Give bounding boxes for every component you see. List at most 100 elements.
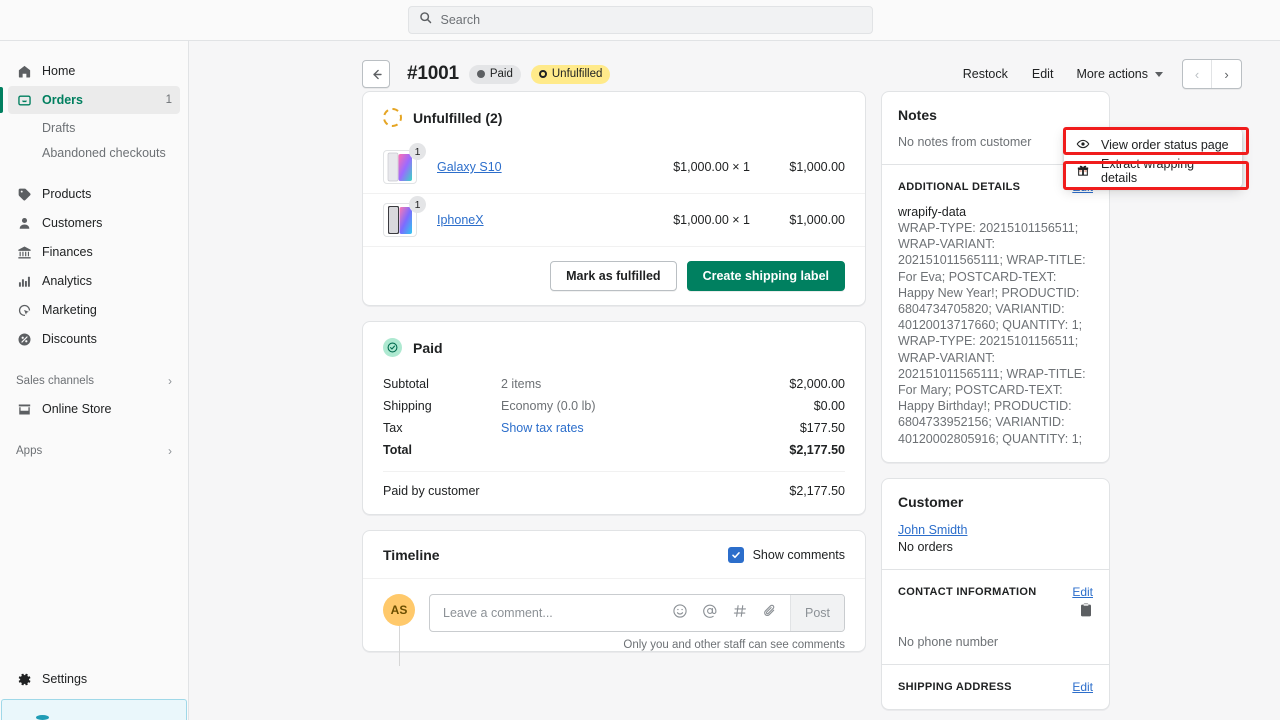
- line-item-total-price: $1,000.00: [750, 213, 845, 227]
- sidebar-subitem-label: Drafts: [42, 121, 75, 135]
- gear-icon: [16, 671, 33, 688]
- line-item-quantity-badge: 1: [409, 196, 426, 213]
- line-item-unit-price: $1,000.00 × 1: [595, 213, 750, 227]
- show-comments-toggle[interactable]: Show comments: [728, 547, 845, 563]
- sidebar-item-analytics[interactable]: Analytics: [8, 267, 180, 295]
- dropdown-item-view-order-status-page[interactable]: View order status page: [1064, 132, 1242, 158]
- shipping-address-title: SHIPPING ADDRESS: [898, 681, 1012, 693]
- sidebar-section-sales-channels[interactable]: Sales channels ›: [8, 368, 180, 394]
- hashtag-icon[interactable]: [732, 603, 748, 624]
- comment-composer-row: AS: [363, 578, 865, 632]
- orders-count-badge: 1: [166, 94, 172, 106]
- status-badge-fulfillment-label: Unfulfilled: [552, 68, 603, 80]
- create-shipping-label-button[interactable]: Create shipping label: [687, 261, 845, 291]
- marketing-icon: [16, 302, 33, 319]
- comment-visibility-note: Only you and other staff can see comment…: [363, 632, 865, 651]
- left-column: Unfulfilled (2): [362, 91, 866, 667]
- sidebar-item-finances[interactable]: Finances: [8, 238, 180, 266]
- customer-orders-count: No orders: [898, 540, 1093, 554]
- page-title: #1001: [407, 63, 459, 85]
- line-item-total-price: $1,000.00: [750, 160, 845, 174]
- products-icon: [16, 186, 33, 203]
- payment-row-subtotal: Subtotal 2 items $2,000.00: [383, 373, 845, 395]
- sidebar-item-drafts[interactable]: Drafts: [8, 115, 180, 140]
- wrapify-data-key: wrapify-data: [898, 205, 1093, 219]
- paid-status-icon: [383, 338, 402, 357]
- sidebar-settings-label: Settings: [42, 672, 87, 686]
- sidebar: Home Orders 1 Drafts Abandoned checkouts…: [0, 41, 189, 720]
- main-content: #1001 Paid Unfulfilled Restock Edit More…: [189, 41, 1280, 720]
- next-order-button[interactable]: ›: [1212, 60, 1241, 88]
- show-comments-checkbox[interactable]: [728, 547, 744, 563]
- paid-by-customer-amount: $2,177.50: [789, 484, 845, 498]
- clipboard-icon[interactable]: [1079, 603, 1093, 623]
- sidebar-section-apps[interactable]: Apps ›: [8, 438, 180, 464]
- dropdown-item-extract-wrapping-details[interactable]: Extract wrapping details: [1064, 158, 1242, 184]
- contact-information-header: CONTACT INFORMATION Edit: [898, 585, 1093, 599]
- mark-as-fulfilled-button[interactable]: Mark as fulfilled: [550, 261, 676, 291]
- show-tax-rates-link[interactable]: Show tax rates: [501, 421, 800, 435]
- sidebar-item-online-store[interactable]: Online Store: [8, 395, 180, 423]
- line-item: 1 IphoneX $1,000.00 × 1 $1,000.00: [363, 193, 865, 246]
- page-header: #1001 Paid Unfulfilled Restock Edit More…: [362, 41, 1242, 91]
- customer-section: Customer John Smidth No orders: [882, 479, 1109, 570]
- post-comment-button[interactable]: Post: [790, 594, 844, 632]
- fulfillment-card-header: Unfulfilled (2): [363, 92, 865, 141]
- sidebar-item-label: Finances: [42, 245, 93, 259]
- edit-button[interactable]: Edit: [1020, 61, 1066, 87]
- restock-button[interactable]: Restock: [951, 61, 1020, 87]
- sidebar-item-abandoned-checkouts[interactable]: Abandoned checkouts: [8, 140, 180, 165]
- sidebar-item-customers[interactable]: Customers: [8, 209, 180, 237]
- line-item-product-link[interactable]: Galaxy S10: [437, 160, 502, 174]
- status-badge-fulfillment: Unfulfilled: [531, 65, 611, 84]
- edit-contact-information-link[interactable]: Edit: [1072, 585, 1093, 599]
- more-actions-label: More actions: [1076, 67, 1148, 81]
- mention-icon[interactable]: [702, 603, 718, 624]
- sidebar-item-marketing[interactable]: Marketing: [8, 296, 180, 324]
- payment-card-title: Paid: [413, 340, 443, 356]
- fulfillment-card: Unfulfilled (2): [362, 91, 866, 306]
- gift-icon: [1076, 163, 1090, 180]
- customer-header: Customer: [898, 494, 1093, 510]
- notes-header: Notes: [898, 107, 1093, 123]
- status-badge-payment: Paid: [469, 65, 521, 84]
- sidebar-item-orders[interactable]: Orders 1: [8, 86, 180, 114]
- attachment-icon[interactable]: [762, 603, 778, 624]
- discounts-icon: [16, 331, 33, 348]
- previous-order-button[interactable]: ‹: [1183, 60, 1212, 88]
- fulfillment-card-footer: Mark as fulfilled Create shipping label: [363, 246, 865, 305]
- comment-input-box[interactable]: Post: [429, 594, 845, 632]
- shipping-address-section: SHIPPING ADDRESS Edit: [882, 665, 1109, 709]
- customer-name-link[interactable]: John Smidth: [898, 523, 967, 537]
- edit-shipping-address-link[interactable]: Edit: [1072, 680, 1093, 694]
- emoji-icon[interactable]: [672, 603, 688, 624]
- paid-by-customer-label: Paid by customer: [383, 484, 480, 498]
- notes-title: Notes: [898, 107, 937, 123]
- sidebar-section-label: Apps: [16, 445, 42, 457]
- line-item-quantity-badge: 1: [409, 143, 426, 160]
- back-button[interactable]: [362, 60, 390, 88]
- payment-row-tax: Tax Show tax rates $177.50: [383, 417, 845, 439]
- bottom-notification-strip[interactable]: [1, 699, 187, 720]
- payment-row-label: Shipping: [383, 399, 501, 413]
- payment-row-amount: $0.00: [814, 399, 845, 413]
- sidebar-item-discounts[interactable]: Discounts: [8, 325, 180, 353]
- pagination: ‹ ›: [1182, 59, 1242, 89]
- more-actions-button[interactable]: More actions: [1065, 61, 1174, 87]
- sidebar-item-home[interactable]: Home: [8, 57, 180, 85]
- global-search[interactable]: [408, 6, 873, 34]
- sidebar-item-label: Analytics: [42, 274, 92, 288]
- additional-details-title: ADDITIONAL DETAILS: [898, 181, 1020, 193]
- line-item-thumbnail-wrap: 1: [383, 203, 417, 237]
- sidebar-item-label: Marketing: [42, 303, 97, 317]
- line-item-product-link[interactable]: IphoneX: [437, 213, 484, 227]
- search-input[interactable]: [441, 13, 862, 27]
- sidebar-item-settings[interactable]: Settings: [0, 665, 189, 693]
- sidebar-item-products[interactable]: Products: [8, 180, 180, 208]
- paid-by-customer-row: Paid by customer $2,177.50: [363, 472, 865, 514]
- comment-input[interactable]: [430, 606, 672, 620]
- shipping-address-header: SHIPPING ADDRESS Edit: [898, 680, 1093, 694]
- payment-row-amount: $2,177.50: [789, 443, 845, 457]
- timeline-connector-line: [399, 626, 400, 666]
- sidebar-item-label: Home: [42, 64, 75, 78]
